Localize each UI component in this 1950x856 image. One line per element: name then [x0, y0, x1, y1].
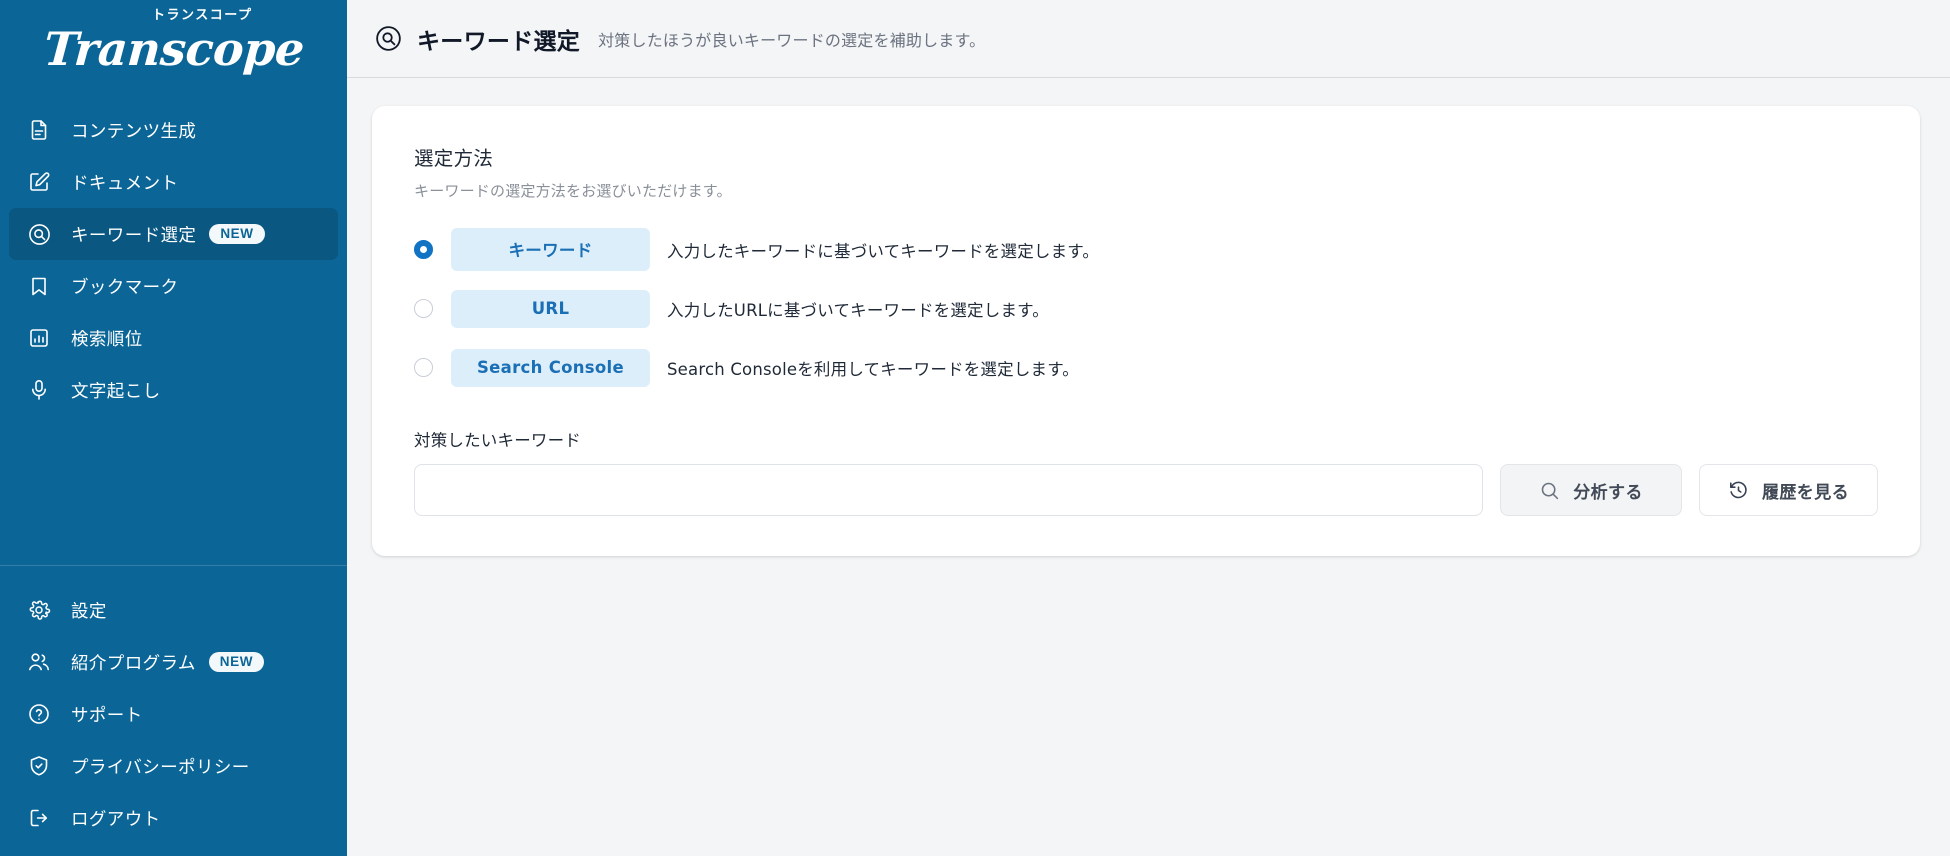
edit-document-icon [26, 169, 52, 195]
sidebar-item-label: 文字起こし [71, 378, 161, 403]
section-title: 選定方法 [414, 142, 1878, 171]
logo-wordmark: Transcope [42, 26, 305, 72]
page-title: キーワード選定 [417, 22, 580, 56]
option-description: Search Consoleを利用してキーワードを選定します。 [667, 356, 1079, 380]
keyword-field-row: 分析する 履歴を見る [414, 464, 1878, 516]
bookmark-icon [26, 273, 52, 299]
sidebar-item-keyword-selection[interactable]: キーワード選定 NEW [9, 208, 338, 260]
sidebar-item-referral-program[interactable]: 紹介プログラム NEW [9, 636, 338, 688]
selection-method-radio-group: キーワード 入力したキーワードに基づいてキーワードを選定します。 URL 入力し… [414, 226, 1878, 391]
sidebar: トランスコープ Transcope コンテンツ生成 [0, 0, 347, 856]
radio-option-search-console[interactable]: Search Console Search Consoleを利用してキーワードを… [414, 344, 1878, 391]
radio-button-keyword[interactable] [414, 240, 433, 259]
search-circle-icon [374, 24, 404, 54]
radio-button-search-console[interactable] [414, 358, 433, 377]
question-circle-icon [26, 701, 52, 727]
sidebar-secondary-nav: 設定 紹介プログラム NEW [0, 566, 347, 856]
option-chip-keyword[interactable]: キーワード [451, 228, 650, 271]
sidebar-item-transcription[interactable]: 文字起こし [9, 364, 338, 416]
sidebar-item-label: プライバシーポリシー [71, 754, 250, 779]
microphone-icon [26, 377, 52, 403]
page-subtitle: 対策したほうが良いキーワードの選定を補助します。 [598, 27, 985, 51]
radio-option-keyword[interactable]: キーワード 入力したキーワードに基づいてキーワードを選定します。 [414, 226, 1878, 273]
analyze-button[interactable]: 分析する [1500, 464, 1682, 516]
sidebar-item-label: キーワード選定 [71, 222, 196, 247]
shield-check-icon [26, 753, 52, 779]
app-root: トランスコープ Transcope コンテンツ生成 [0, 0, 1950, 856]
analyze-button-label: 分析する [1573, 478, 1643, 503]
sidebar-spacer [0, 416, 347, 565]
new-badge: NEW [209, 224, 264, 245]
sidebar-item-support[interactable]: サポート [9, 688, 338, 740]
history-clock-icon [1728, 480, 1749, 501]
main-content: キーワード選定 対策したほうが良いキーワードの選定を補助します。 選定方法 キー… [347, 0, 1950, 856]
users-icon [26, 649, 52, 675]
sidebar-item-label: 検索順位 [71, 326, 143, 351]
document-icon [26, 117, 52, 143]
sidebar-item-label: ブックマーク [71, 274, 178, 299]
section-description: キーワードの選定方法をお選びいただけます。 [414, 180, 1878, 201]
sidebar-item-label: ドキュメント [71, 170, 178, 195]
sidebar-item-label: ログアウト [71, 806, 161, 831]
new-badge: NEW [209, 652, 264, 673]
keyword-selection-card: 選定方法 キーワードの選定方法をお選びいただけます。 キーワード 入力したキーワ… [372, 106, 1920, 556]
sidebar-item-label: コンテンツ生成 [71, 118, 196, 143]
bar-chart-icon [26, 325, 52, 351]
radio-option-url[interactable]: URL 入力したURLに基づいてキーワードを選定します。 [414, 285, 1878, 332]
sidebar-item-label: 紹介プログラム [71, 650, 196, 675]
history-button[interactable]: 履歴を見る [1699, 464, 1878, 516]
brand-logo[interactable]: トランスコープ Transcope [0, 0, 347, 98]
sidebar-item-search-ranking[interactable]: 検索順位 [9, 312, 338, 364]
content-area: 選定方法 キーワードの選定方法をお選びいただけます。 キーワード 入力したキーワ… [347, 78, 1950, 856]
keyword-input[interactable] [414, 464, 1483, 516]
logo-ruby-text: トランスコープ [152, 9, 252, 22]
keyword-field-label: 対策したいキーワード [414, 427, 1878, 451]
sidebar-item-logout[interactable]: ログアウト [9, 792, 338, 844]
sidebar-item-content-generation[interactable]: コンテンツ生成 [9, 104, 338, 156]
sidebar-item-settings[interactable]: 設定 [9, 584, 338, 636]
sidebar-item-label: 設定 [71, 598, 107, 623]
sidebar-item-privacy-policy[interactable]: プライバシーポリシー [9, 740, 338, 792]
sidebar-item-document[interactable]: ドキュメント [9, 156, 338, 208]
sidebar-item-bookmark[interactable]: ブックマーク [9, 260, 338, 312]
logout-icon [26, 805, 52, 831]
option-description: 入力したURLに基づいてキーワードを選定します。 [667, 297, 1049, 321]
sidebar-item-label: サポート [71, 702, 143, 727]
option-chip-search-console[interactable]: Search Console [451, 349, 650, 387]
option-description: 入力したキーワードに基づいてキーワードを選定します。 [667, 238, 1099, 262]
keyword-search-icon [26, 221, 52, 247]
history-button-label: 履歴を見る [1762, 478, 1849, 503]
option-chip-url[interactable]: URL [451, 290, 650, 328]
gear-icon [26, 597, 52, 623]
sidebar-primary-nav: コンテンツ生成 ドキュメント キーワード選定 NEW [0, 98, 347, 416]
search-icon [1539, 480, 1560, 501]
page-header: キーワード選定 対策したほうが良いキーワードの選定を補助します。 [347, 0, 1950, 78]
radio-button-url[interactable] [414, 299, 433, 318]
